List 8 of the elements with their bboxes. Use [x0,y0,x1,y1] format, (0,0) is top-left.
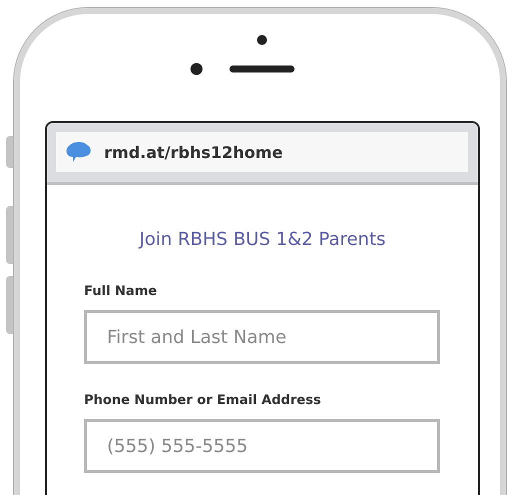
input-field[interactable]: (555) 555-5555 [84,419,440,473]
url-text: rmd.at/rbhs12home [104,142,283,162]
speech-bubble-icon [64,141,92,163]
form-title: Join RBHS BUS 1&2 Parents [139,229,386,250]
field-label: Full Name [84,284,157,299]
field-label: Phone Number or Email Address [84,393,321,408]
input-field[interactable]: First and Last Name [84,310,440,364]
url-field[interactable]: rmd.at/rbhs12home [56,132,468,172]
